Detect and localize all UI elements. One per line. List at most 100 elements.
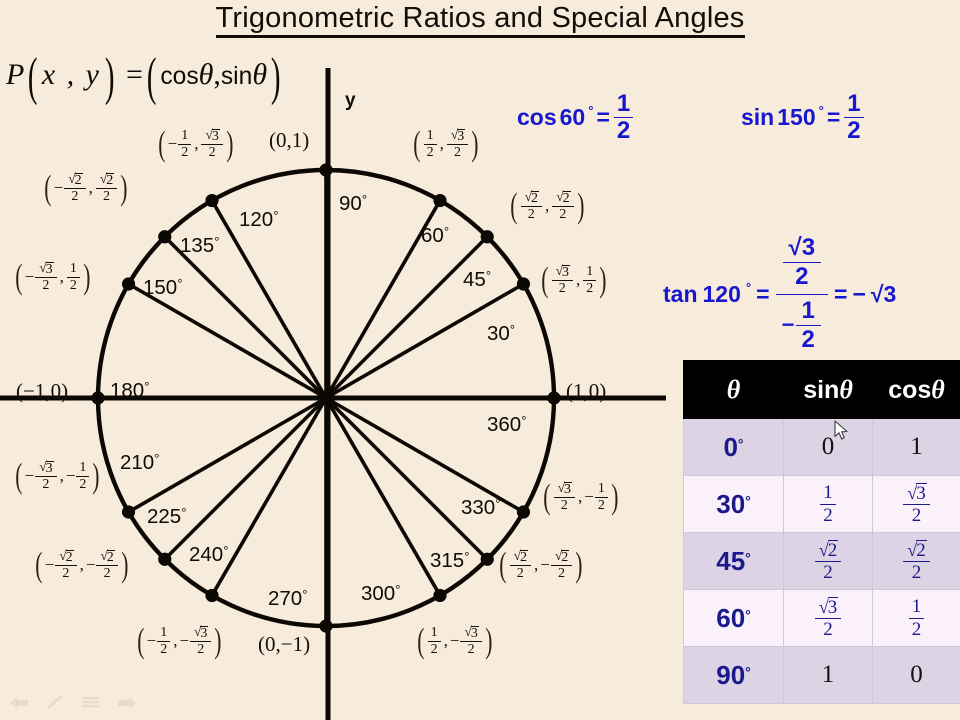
- example-tan120: tan 120 ° = √3 2 − 1 2 = − √3: [663, 232, 896, 357]
- example-cos60-fraction: 1 2: [613, 91, 634, 145]
- example-tan120-upper-den: 2: [795, 263, 809, 291]
- cell-sin-0: 0: [783, 418, 873, 476]
- example-tan120-upper-num: √3: [782, 234, 822, 264]
- angle-label-30: 30°: [487, 322, 516, 345]
- cell-sin-30: 12: [783, 475, 873, 533]
- example-tan120-result-sign: −: [852, 280, 866, 307]
- coord-30: (32,12): [539, 263, 609, 297]
- example-tan120-lower: − 1 2: [776, 295, 828, 357]
- presentation-toolbar[interactable]: [8, 690, 138, 716]
- circle-point-90: [319, 163, 333, 177]
- example-tan120-upper: √3 2: [775, 232, 829, 295]
- example-tan120-lower-den: 2: [801, 326, 815, 354]
- example-cos60: cos 60 ° = 1 2: [517, 91, 634, 145]
- coord-225: (−22,−22): [33, 548, 130, 582]
- cell-cos-0: 1: [872, 418, 960, 476]
- coord-240: (−12,−32): [135, 624, 224, 658]
- angle-label-315: 315°: [430, 549, 470, 572]
- example-tan120-lower-sign: −: [781, 311, 795, 337]
- cell-sin-90: 1: [783, 646, 873, 704]
- angle-label-180: 180°: [110, 379, 150, 402]
- point-0-neg1: (0,−1): [258, 632, 311, 656]
- angle-label-300: 300°: [361, 582, 401, 605]
- circle-point-135: [158, 230, 172, 244]
- special-angles-table: θ sinθ cosθ 0°0130°123245°222260°321290°…: [683, 360, 960, 704]
- circle-point-60: [433, 193, 447, 208]
- circle-point-300: [433, 588, 447, 603]
- column-header-sin: sinθ: [783, 360, 873, 419]
- example-tan120-lower-fraction: 1 2: [795, 297, 821, 355]
- coord-45: (22,22): [508, 189, 586, 223]
- coord-120: (−12,32): [156, 127, 235, 161]
- circle-point-360: [547, 391, 561, 405]
- example-tan120-result: √3: [870, 280, 897, 307]
- example-cos60-equals: =: [596, 104, 610, 131]
- example-sin150: sin 150 ° = 1 2: [741, 91, 865, 145]
- angle-label-150: 150°: [143, 276, 183, 299]
- angle-label-120: 120°: [239, 208, 279, 231]
- example-sin150-angle: 150: [777, 104, 816, 131]
- column-header-cos-theta: θ: [931, 374, 945, 404]
- coord-135: (−22,22): [42, 171, 130, 205]
- point-0-1: (0,1): [269, 128, 310, 152]
- example-sin150-fn: sin: [741, 104, 775, 131]
- slide-canvas: Trigonometric Ratios and Special Angles …: [0, 0, 960, 720]
- table-row: 0° 0 1: [683, 418, 960, 476]
- coord-330: (32,−12): [541, 480, 620, 514]
- example-cos60-numerator: 1: [613, 91, 634, 119]
- example-tan120-fn: tan: [663, 280, 698, 307]
- forward-arrow-icon[interactable]: [116, 694, 138, 712]
- column-header-theta: θ: [683, 360, 784, 419]
- angle-label-45: 45°: [463, 268, 492, 291]
- circle-point-120: [205, 193, 219, 208]
- circle-point-30: [516, 277, 531, 291]
- back-arrow-icon[interactable]: [8, 694, 30, 712]
- example-tan120-upper-fraction: √3 2: [782, 234, 822, 292]
- circle-point-330: [516, 505, 531, 519]
- example-cos60-degree: °: [588, 103, 594, 119]
- cell-angle-60: 60°: [683, 589, 784, 647]
- angle-label-360: 360°: [487, 413, 527, 436]
- circle-point-225: [158, 552, 172, 566]
- table-row: 30°1232: [683, 475, 960, 533]
- column-header-sin-fn: sin: [803, 375, 840, 404]
- cell-cos-45: 22: [872, 532, 960, 590]
- coord-300: (12,−32): [415, 624, 494, 658]
- mouse-pointer-icon: [834, 420, 848, 440]
- angle-label-225: 225°: [147, 505, 187, 528]
- column-header-sin-theta: θ: [839, 374, 853, 404]
- coord-60: (12,32): [411, 127, 481, 161]
- example-tan120-lower-num: 1: [795, 297, 821, 327]
- cell-angle-0: 0°: [683, 418, 784, 476]
- example-sin150-numerator: 1: [844, 91, 864, 119]
- example-tan120-compound-fraction: √3 2 − 1 2: [775, 232, 829, 357]
- circle-point-240: [205, 588, 219, 603]
- table-header-row: θ sinθ cosθ: [683, 360, 960, 419]
- point-1-0: (1,0): [566, 379, 607, 403]
- example-sin150-denominator: 2: [847, 117, 861, 145]
- example-sin150-degree: °: [818, 103, 824, 119]
- table-row: 60°3212: [683, 589, 960, 647]
- circle-point-315: [480, 552, 494, 566]
- column-header-cos: cosθ: [872, 360, 960, 419]
- angle-label-60: 60°: [421, 224, 450, 247]
- cell-sin-45: 22: [783, 532, 873, 590]
- example-tan120-degree: °: [745, 279, 752, 295]
- pen-icon[interactable]: [44, 694, 66, 712]
- angle-label-90: 90°: [339, 192, 368, 215]
- table-body: 0°0130°123245°222260°321290°10: [683, 418, 960, 704]
- angle-label-135: 135°: [180, 234, 220, 257]
- angle-label-270: 270°: [268, 587, 308, 610]
- coord-150: (−32,12): [13, 260, 92, 294]
- table-row: 90° 1 0: [683, 646, 960, 704]
- coord-315: (22,−22): [497, 548, 585, 582]
- example-cos60-denominator: 2: [616, 117, 631, 145]
- menu-lines-icon[interactable]: [80, 694, 102, 712]
- example-cos60-angle: 60: [559, 104, 586, 131]
- cell-sin-60: 32: [783, 589, 873, 647]
- example-sin150-fraction: 1 2: [844, 91, 864, 145]
- cell-angle-30: 30°: [683, 475, 784, 533]
- example-tan120-equals2: =: [834, 280, 848, 307]
- column-header-theta-text: θ: [726, 374, 741, 404]
- cell-cos-90: 0: [872, 646, 960, 704]
